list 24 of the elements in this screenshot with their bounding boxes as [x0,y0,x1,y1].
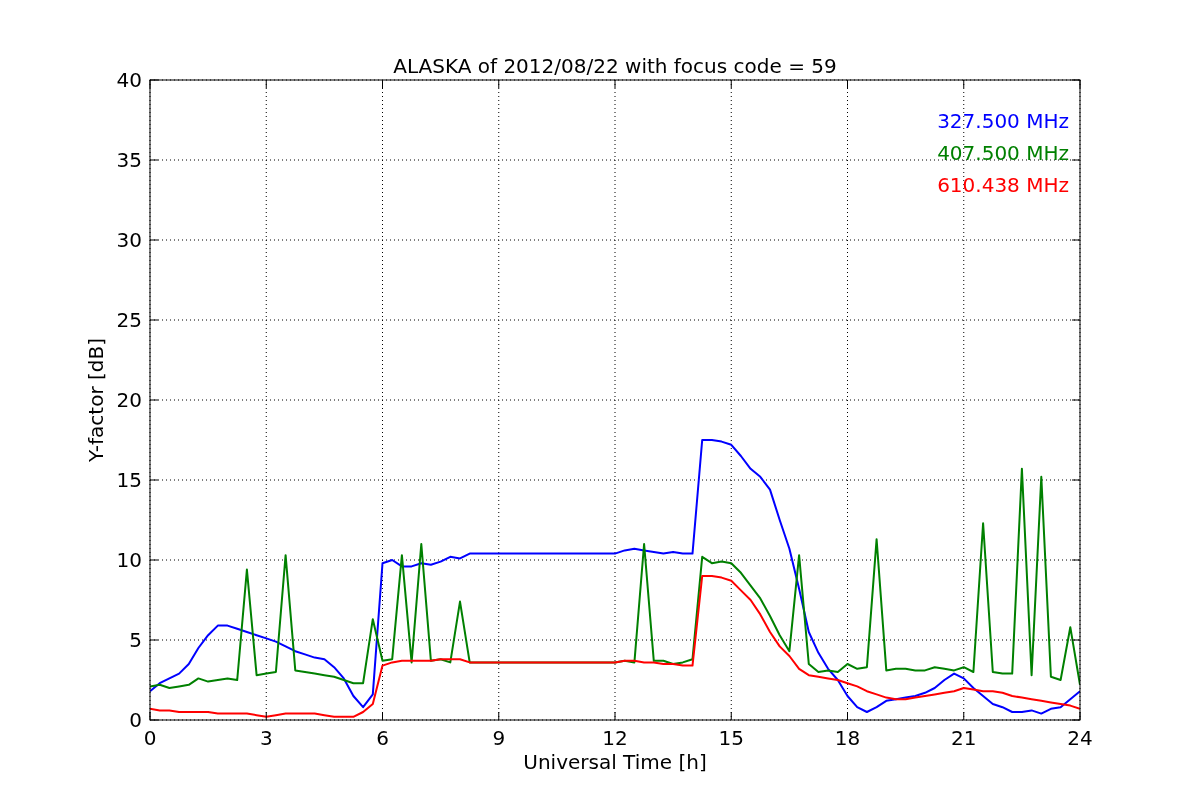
tick-label: 20 [116,388,142,412]
tick-label: 0 [143,726,157,750]
legend-label: 407.500 MHz [937,141,1069,165]
tick-label: 24 [1067,726,1093,750]
tick-label: 15 [718,726,744,750]
tick-label: 15 [116,468,142,492]
chart-title: ALASKA of 2012/08/22 with focus code = 59 [393,54,837,78]
tick-label: 6 [376,726,389,750]
tick-label: 18 [834,726,861,750]
axis-label: Universal Time [h] [523,750,707,774]
tick-label: 21 [951,726,977,750]
tick-label: 0 [129,708,142,732]
legend-label: 327.500 MHz [937,109,1069,133]
tick-label: 25 [116,308,142,332]
tick-label: 12 [602,726,628,750]
tick-label: 9 [492,726,506,750]
tick-label: 3 [259,726,273,750]
tick-label: 10 [116,548,142,572]
tick-label: 35 [116,148,142,172]
tick-label: 30 [116,228,142,252]
axis-label: Y-factor [dB] [84,338,108,462]
tick-label: 40 [116,68,142,92]
legend-label: 610.438 MHz [937,173,1069,197]
tick-label: 5 [129,628,142,652]
